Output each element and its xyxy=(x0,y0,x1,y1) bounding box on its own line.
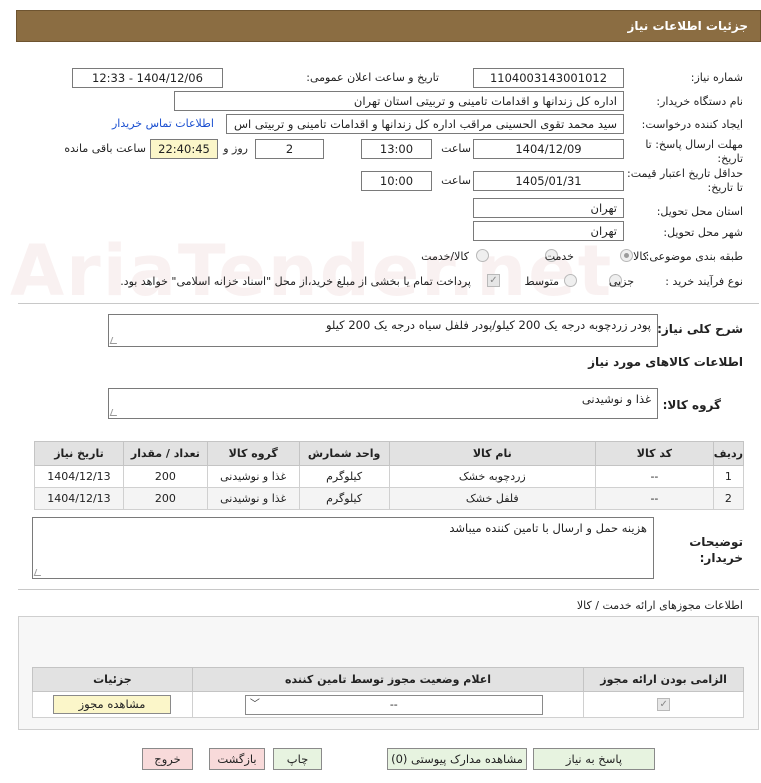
cell-unit: کیلوگرم xyxy=(298,487,390,510)
table-row: ✓ -- ﹀ مشاهده مجوز xyxy=(32,691,744,718)
page-title: جزئیات اطلاعات نیاز xyxy=(627,19,748,33)
cell-date: 1404/12/13 xyxy=(34,465,124,488)
treasury-checkbox[interactable]: ✓ xyxy=(487,274,500,287)
buyer-notes-textarea: هزینه حمل و ارسال با تامین کننده میباشد xyxy=(32,517,654,579)
announce-label: تاریخ و ساعت اعلان عمومی: xyxy=(306,71,439,84)
permits-title: اطلاعات مجوزهای ارائه خدمت / کالا xyxy=(576,599,743,612)
process-radio-medium[interactable] xyxy=(564,274,577,287)
city-label: شهر محل تحویل: xyxy=(663,226,743,239)
category-option-service: خدمت xyxy=(544,250,574,263)
cell-name: زردچوبه خشک xyxy=(388,465,597,488)
need-number-label: شماره نیاز: xyxy=(690,71,743,84)
table-row: 1 -- زردچوبه خشک کیلوگرم غذا و نوشیدنی 2… xyxy=(34,465,745,488)
requester-field: سید محمد تقوی الحسینی مراقب اداره کل زند… xyxy=(226,114,624,134)
permits-table: الزامی بودن ارائه مجوز اعلام وضعیت مجوز … xyxy=(32,667,744,718)
description-textarea: پودر زردچوبه درجه یک 200 کیلو/پودر فلفل … xyxy=(108,314,658,347)
col-permit-details: جزئیات xyxy=(32,667,193,692)
permit-status-value: -- xyxy=(389,698,398,711)
cell-permit-status: -- ﹀ xyxy=(191,691,585,718)
cell-code: -- xyxy=(595,487,714,510)
process-option-medium: متوسط xyxy=(524,275,559,288)
days-label: روز و xyxy=(223,142,248,155)
remaining-label: ساعت باقی مانده xyxy=(64,142,146,155)
validity-time-field: 10:00 xyxy=(361,171,432,191)
city-field: تهران xyxy=(473,221,624,241)
reply-deadline-label: مهلت ارسال پاسخ: تا تاریخ: xyxy=(645,138,743,165)
cell-unit: کیلوگرم xyxy=(298,465,390,488)
col-row: ردیف xyxy=(712,441,745,466)
process-option-minor: جزیی xyxy=(608,275,634,288)
chevron-down-icon: ﹀ xyxy=(249,699,260,710)
permit-required-checkbox[interactable]: ✓ xyxy=(657,698,671,711)
cell-row: 2 xyxy=(712,487,745,510)
province-label: استان محل تحویل: xyxy=(656,205,743,218)
col-date: تاریخ نیاز xyxy=(34,441,124,466)
col-permit-required: الزامی بودن ارائه مجوز xyxy=(583,667,744,692)
buyer-notes-label: توضیحات خریدار: xyxy=(689,535,743,565)
col-qty: تعداد / مقدار xyxy=(122,441,208,466)
payment-note: پرداخت تمام یا بخشی از مبلغ خرید،از محل … xyxy=(120,275,471,288)
reply-time-field: 13:00 xyxy=(361,139,432,159)
exit-button[interactable]: خروج xyxy=(142,748,193,770)
goods-group-textarea: غذا و نوشیدنی xyxy=(108,388,658,419)
validity-time-label: ساعت xyxy=(441,174,471,187)
view-permit-button[interactable]: مشاهده مجوز xyxy=(53,695,171,714)
cell-group: غذا و نوشیدنی xyxy=(206,487,300,510)
process-label: نوع فرآیند خرید : xyxy=(665,275,743,288)
validity-date-field: 1405/01/31 xyxy=(473,171,624,191)
reply-button[interactable]: پاسخ به نیاز xyxy=(533,748,655,770)
category-option-both: کالا/خدمت xyxy=(421,250,469,263)
attachments-button[interactable]: مشاهده مدارک پیوستی (0) xyxy=(387,748,527,770)
cell-date: 1404/12/13 xyxy=(34,487,124,510)
cell-row: 1 xyxy=(712,465,745,488)
goods-section-title: اطلاعات کالاهای مورد نیاز xyxy=(588,355,743,369)
cell-permit-details: مشاهده مجوز xyxy=(32,691,193,718)
need-number-field: 1104003143001012 xyxy=(473,68,624,88)
announce-field: 1404/12/06 - 12:33 xyxy=(72,68,223,88)
watermark-logo: AriaTender.net xyxy=(10,230,614,312)
back-button[interactable]: بازگشت xyxy=(209,748,265,770)
reply-time-label: ساعت xyxy=(441,142,471,155)
reply-date-field: 1404/12/09 xyxy=(473,139,624,159)
category-label: طبقه بندی موضوعی: xyxy=(645,250,743,263)
col-permit-status: اعلام وضعیت مجوز توسط تامین کننده xyxy=(191,667,585,692)
print-button[interactable]: چاپ xyxy=(273,748,322,770)
col-name: نام کالا xyxy=(388,441,597,466)
remaining-time-field: 22:40:45 xyxy=(150,139,218,159)
col-group: گروه کالا xyxy=(206,441,300,466)
buyer-org-field: اداره کل زندانها و اقدامات تامینی و تربی… xyxy=(174,91,624,111)
col-unit: واحد شمارش xyxy=(298,441,390,466)
permit-status-select[interactable]: -- ﹀ xyxy=(244,695,543,715)
description-label: شرح کلی نیاز: xyxy=(657,322,743,336)
page-header: جزئیات اطلاعات نیاز xyxy=(16,10,761,42)
category-radio-both[interactable] xyxy=(476,249,489,262)
category-radio-goods[interactable] xyxy=(620,249,633,262)
table-row: 2 -- فلفل خشک کیلوگرم غذا و نوشیدنی 200 … xyxy=(34,487,745,510)
buyer-contact-link[interactable]: اطلاعات تماس خریدار xyxy=(112,117,214,130)
goods-group-label: گروه کالا: xyxy=(662,398,721,412)
buyer-org-label: نام دستگاه خریدار: xyxy=(656,95,743,108)
cell-name: فلفل خشک xyxy=(388,487,597,510)
cell-qty: 200 xyxy=(122,487,208,510)
days-field: 2 xyxy=(255,139,324,159)
col-code: کد کالا xyxy=(595,441,714,466)
category-option-goods: کالا xyxy=(633,250,648,263)
requester-label: ایجاد کننده درخواست: xyxy=(641,118,743,131)
cell-group: غذا و نوشیدنی xyxy=(206,465,300,488)
cell-qty: 200 xyxy=(122,465,208,488)
cell-permit-required: ✓ xyxy=(583,691,744,718)
goods-table: ردیف کد کالا نام کالا واحد شمارش گروه کا… xyxy=(34,441,745,510)
province-field: تهران xyxy=(473,198,624,218)
validity-label: حداقل تاریخ اعتبار قیمت: تا تاریخ: xyxy=(627,167,743,194)
cell-code: -- xyxy=(595,465,714,488)
